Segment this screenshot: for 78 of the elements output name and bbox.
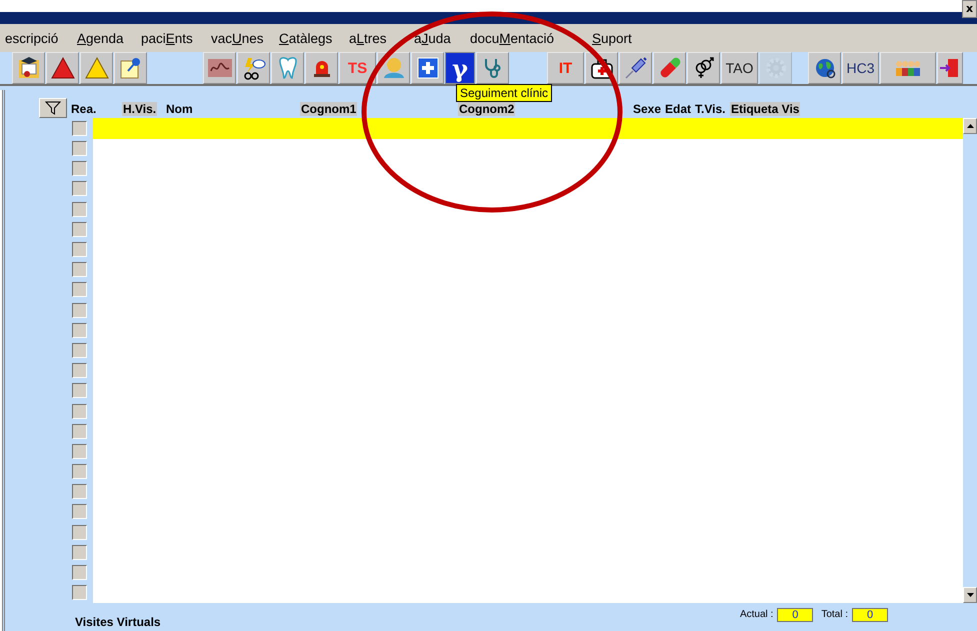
checkbox[interactable]: [72, 363, 87, 378]
checkbox[interactable]: [72, 322, 87, 338]
menu-item[interactable]: aJuda: [414, 30, 451, 46]
checkbox[interactable]: [72, 282, 87, 298]
scroll-down-button[interactable]: [963, 586, 977, 603]
glasses-icon: [242, 56, 266, 80]
filter-button[interactable]: [39, 98, 67, 118]
checkbox[interactable]: [72, 544, 87, 560]
field-label: Actual :: [740, 609, 774, 620]
column-header[interactable]: Nom: [165, 102, 194, 116]
checkbox[interactable]: [72, 585, 87, 600]
warning-icon: [50, 56, 74, 80]
checkbox[interactable]: [72, 484, 87, 500]
toolbar-button[interactable]: [687, 52, 720, 84]
toolbar-button[interactable]: [12, 52, 45, 84]
total-count-field: 0: [852, 608, 888, 622]
gamma-button[interactable]: γ: [445, 52, 475, 84]
actual-count-field: 0: [777, 608, 814, 622]
column-header[interactable]: Rea.: [70, 102, 98, 116]
syringe-icon: [624, 56, 648, 80]
checkbox[interactable]: [72, 424, 87, 439]
column-header[interactable]: H.Vis.: [122, 102, 158, 116]
menu-item[interactable]: paciEnts: [141, 30, 193, 46]
checkbox[interactable]: [72, 383, 87, 398]
checkbox[interactable]: [72, 504, 87, 520]
checkbox[interactable]: [72, 302, 87, 318]
up-arrow-icon: [966, 124, 974, 128]
checkbox[interactable]: [72, 161, 87, 176]
checkbox[interactable]: [72, 262, 87, 278]
scrollbar[interactable]: [963, 118, 977, 603]
filter-icon: [45, 101, 61, 116]
menu-item[interactable]: aLtres: [349, 30, 387, 46]
field-label: Total :: [821, 609, 848, 620]
checkbox[interactable]: [72, 181, 87, 196]
checkbox[interactable]: [72, 120, 87, 136]
down-arrow-icon: [966, 592, 974, 597]
tooltip: Seguiment clínic: [456, 84, 552, 102]
column-header[interactable]: Cognom2: [458, 102, 516, 116]
checkbox[interactable]: [72, 141, 87, 156]
menu-item[interactable]: Catàlegs: [279, 30, 332, 46]
menu-item[interactable]: vacUnes: [211, 30, 264, 46]
menu-item[interactable]: Suport: [592, 30, 632, 46]
toolbar-button[interactable]: [46, 52, 79, 84]
checkbox[interactable]: [72, 342, 87, 358]
plus-icon: [416, 56, 440, 80]
pill-icon: [658, 56, 682, 80]
column-header[interactable]: Edat: [664, 102, 692, 116]
section-title: Visites Virtuals: [75, 614, 161, 629]
checkbox[interactable]: [72, 222, 87, 237]
menu-item[interactable]: Agenda: [77, 30, 124, 46]
toolbar-button[interactable]: HC3: [842, 52, 879, 84]
toolbar-button[interactable]: [203, 52, 236, 84]
toolbar-button[interactable]: [937, 52, 963, 84]
column-header[interactable]: Cognom1: [300, 102, 358, 116]
close-button[interactable]: x: [962, 0, 977, 18]
person-icon: [382, 56, 406, 80]
checkbox[interactable]: [72, 404, 87, 419]
scroll-up-button[interactable]: [963, 118, 977, 134]
toolbar-button[interactable]: TAO: [721, 52, 758, 84]
menu-item[interactable]: docuMentació: [470, 30, 554, 46]
warning-icon: [84, 56, 108, 80]
toolbar-button[interactable]: [305, 52, 338, 84]
column-header[interactable]: Sexe: [632, 102, 662, 116]
checkbox[interactable]: [72, 565, 87, 580]
checkbox[interactable]: [72, 444, 87, 459]
column-header[interactable]: Etiqueta Vis: [730, 102, 800, 116]
signature-icon: [208, 56, 232, 80]
menu-item[interactable]: escripció: [5, 30, 58, 46]
checkbox[interactable]: [72, 242, 87, 258]
toolbar-button[interactable]: [237, 52, 270, 84]
toolbar-button[interactable]: [619, 52, 652, 84]
checkbox[interactable]: [72, 202, 87, 217]
toolbar-button[interactable]: [808, 52, 841, 84]
column-header[interactable]: T.Vis.: [694, 102, 726, 116]
checkbox[interactable]: [72, 464, 87, 480]
checkbox[interactable]: [72, 524, 87, 540]
certificate-icon: [16, 56, 40, 80]
pinned-note-icon: [118, 56, 142, 80]
